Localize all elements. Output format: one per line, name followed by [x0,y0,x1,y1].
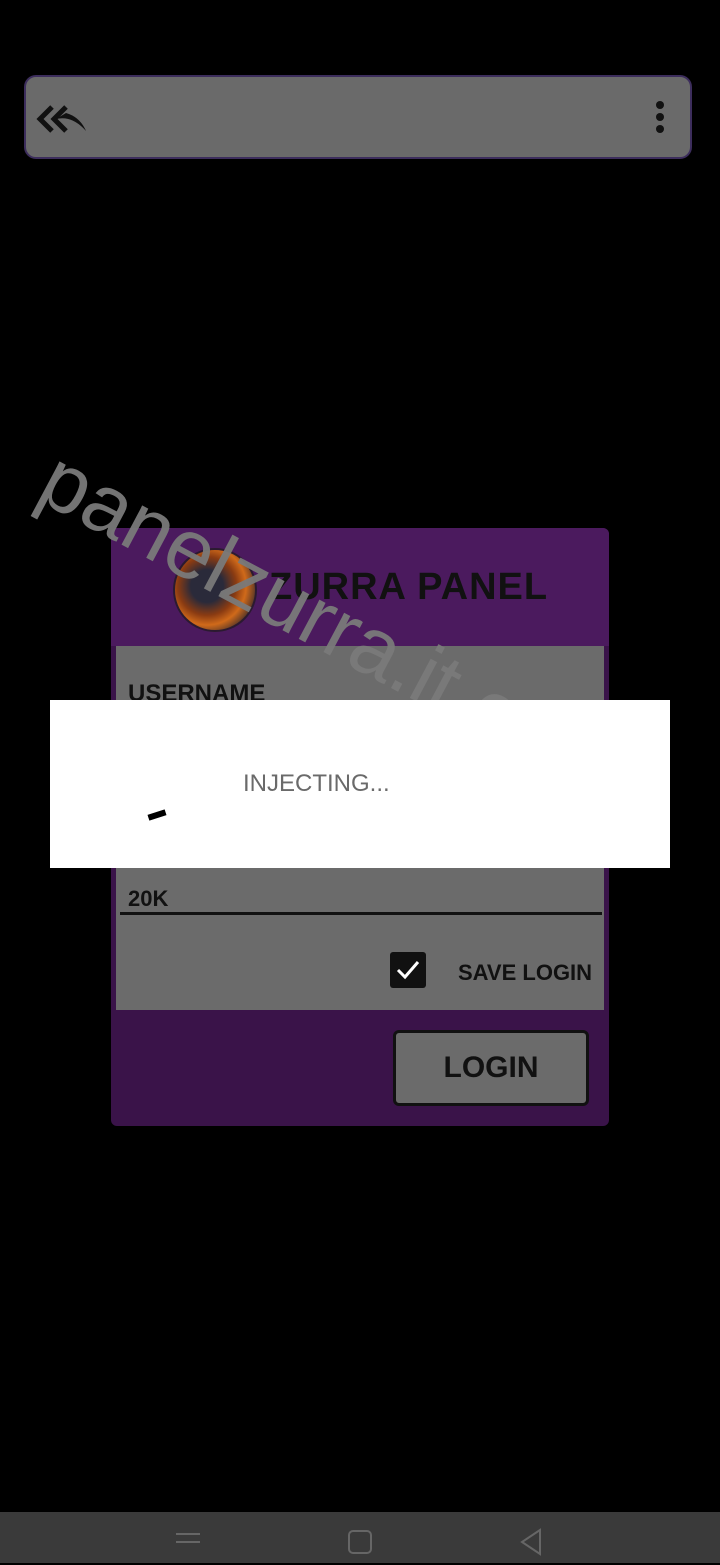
save-login-label: SAVE LOGIN [458,960,593,985]
system-navbar [0,1512,720,1563]
menu-icon[interactable] [168,1520,208,1560]
double-back-arrow-icon[interactable] [36,97,92,141]
brand-title: ZURRA PANEL [269,566,549,608]
dialog-message: INJECTING... [243,770,390,797]
key-field[interactable]: 20K [128,886,168,912]
injecting-dialog: INJECTING... [50,700,670,868]
check-icon [396,961,420,980]
more-vertical-icon[interactable] [652,101,668,137]
key-field-underline [120,912,602,915]
card-header: ZURRA PANEL [111,528,609,646]
avatar [173,548,257,632]
app-toolbar [24,75,692,159]
spinner-icon [147,809,167,821]
back-icon[interactable] [512,1520,552,1560]
home-icon[interactable] [340,1520,380,1560]
login-button[interactable]: LOGIN [393,1030,589,1106]
save-login-checkbox[interactable] [390,952,426,988]
